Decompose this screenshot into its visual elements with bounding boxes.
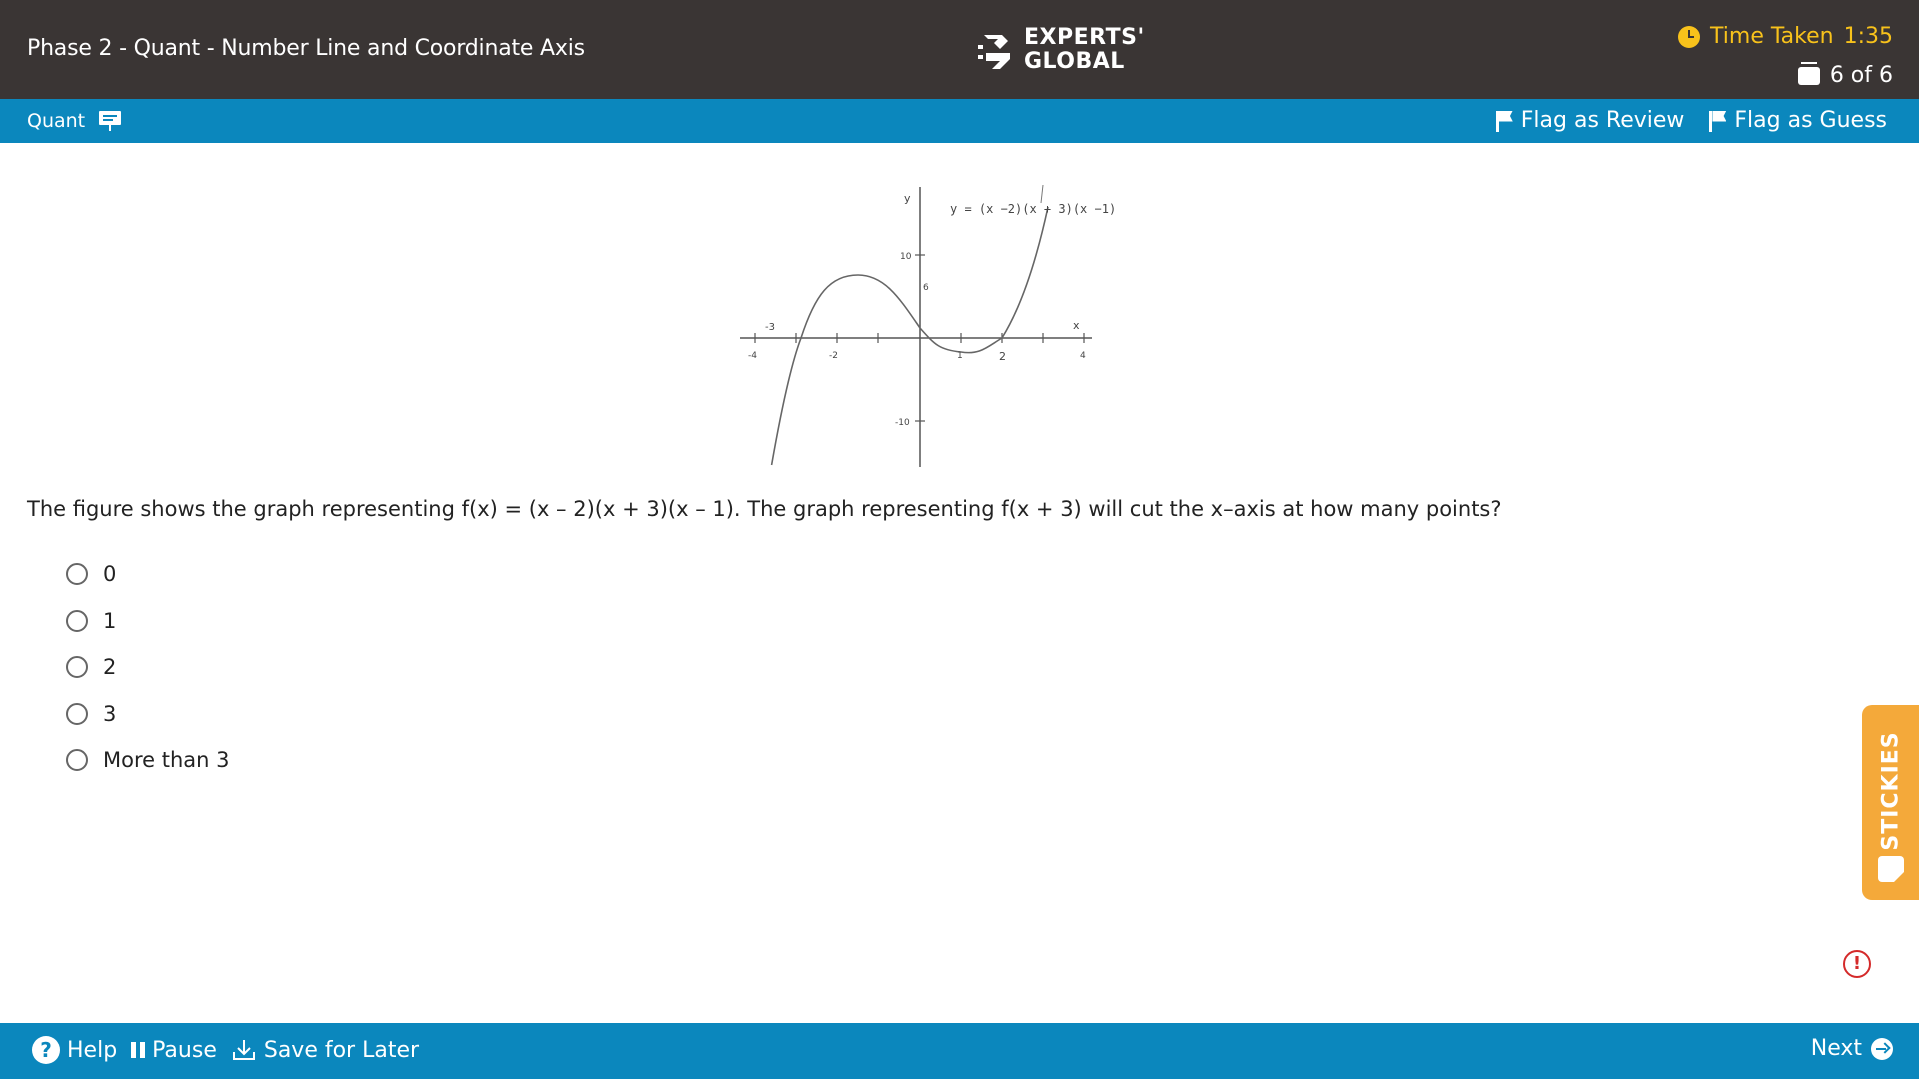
radio-button[interactable] bbox=[66, 563, 88, 586]
logo-line-2: GLOBAL bbox=[1024, 49, 1125, 74]
help-icon: ? bbox=[32, 1036, 60, 1064]
sticky-note-icon bbox=[1878, 856, 1904, 882]
time-taken-value: 1:35 bbox=[1843, 24, 1893, 49]
x-tick-label-2: 2 bbox=[999, 350, 1006, 363]
answer-option[interactable]: 3 bbox=[66, 691, 230, 738]
time-taken-label: Time Taken bbox=[1710, 24, 1834, 49]
question-stack-icon bbox=[1797, 61, 1820, 85]
answer-option-label: 2 bbox=[103, 655, 117, 680]
answer-options: 0 1 2 3 More than 3 bbox=[66, 551, 230, 784]
stickies-label: STICKIES bbox=[1878, 730, 1903, 851]
next-button[interactable]: Next bbox=[1811, 1036, 1893, 1061]
pause-button[interactable]: Pause bbox=[131, 1038, 217, 1063]
clock-icon bbox=[1678, 25, 1701, 48]
report-issue-icon[interactable]: ! bbox=[1843, 950, 1871, 978]
flag-icon bbox=[1708, 110, 1727, 132]
answer-option[interactable]: 1 bbox=[66, 598, 230, 645]
radio-button[interactable] bbox=[66, 656, 88, 679]
x-tick-label-4: 4 bbox=[1080, 351, 1086, 361]
question-text: The figure shows the graph representing … bbox=[27, 497, 1502, 521]
test-title: Phase 2 - Quant - Number Line and Coordi… bbox=[27, 36, 585, 61]
top-header: Phase 2 - Quant - Number Line and Coordi… bbox=[0, 0, 1919, 99]
stickies-tab[interactable]: STICKIES bbox=[1862, 705, 1919, 900]
answer-option-label: More than 3 bbox=[103, 748, 230, 773]
cubic-curve bbox=[770, 206, 1049, 466]
y-axis-label: y bbox=[904, 192, 911, 205]
x-axis-label: x bbox=[1073, 319, 1080, 332]
arrow-right-circle-icon bbox=[1871, 1037, 1893, 1060]
answer-option-label: 0 bbox=[103, 562, 117, 587]
question-counter: 6 of 6 bbox=[1797, 61, 1893, 88]
question-counter-text: 6 of 6 bbox=[1829, 63, 1893, 88]
pause-label: Pause bbox=[152, 1037, 217, 1063]
flag-as-review-button[interactable]: Flag as Review bbox=[1495, 108, 1685, 133]
radio-button[interactable] bbox=[66, 609, 88, 632]
flag-icon bbox=[1495, 110, 1513, 132]
help-label: Help bbox=[67, 1037, 118, 1063]
pause-icon bbox=[131, 1042, 146, 1058]
section-name: Quant bbox=[27, 110, 86, 132]
y-intercept-label: 6 bbox=[923, 283, 929, 293]
help-button[interactable]: ? Help bbox=[32, 1036, 117, 1064]
answer-option[interactable]: 2 bbox=[66, 644, 230, 691]
radio-button[interactable] bbox=[66, 702, 88, 725]
x-tick-label-neg4: -4 bbox=[748, 351, 757, 361]
save-for-later-label: Save for Later bbox=[263, 1037, 420, 1063]
equation-label: y = (x −2)(x + 3)(x −1) bbox=[950, 202, 1116, 216]
x-tick-label-neg2: -2 bbox=[829, 351, 838, 361]
root-label-neg3: -3 bbox=[765, 322, 775, 333]
presentation-board-icon[interactable] bbox=[99, 111, 122, 131]
next-label: Next bbox=[1810, 1036, 1862, 1061]
x-tick-label-1: 1 bbox=[957, 351, 963, 361]
flag-as-guess-label: Flag as Guess bbox=[1734, 108, 1887, 133]
answer-option[interactable]: 0 bbox=[66, 551, 230, 598]
answer-option[interactable]: More than 3 bbox=[66, 737, 230, 784]
experts-global-logo: EXPERTS' GLOBAL bbox=[978, 26, 1145, 74]
flag-as-review-label: Flag as Review bbox=[1520, 108, 1685, 133]
time-taken: Time Taken 1:35 bbox=[1678, 24, 1893, 49]
equation-pointer bbox=[1040, 184, 1044, 204]
y-tick-label-10: 10 bbox=[900, 252, 912, 262]
answer-option-label: 3 bbox=[103, 701, 117, 726]
cubic-graph-figure: y x y = (x −2)(x + 3)(x −1) -3 10 6 -10 … bbox=[740, 184, 1116, 467]
save-for-later-button[interactable]: Save for Later bbox=[231, 1037, 419, 1063]
radio-button[interactable] bbox=[66, 749, 88, 772]
footer-actions: ? Help Pause Save for Later bbox=[32, 1036, 419, 1064]
download-icon bbox=[232, 1040, 255, 1060]
flag-as-guess-button[interactable]: Flag as Guess bbox=[1708, 108, 1887, 133]
answer-option-label: 1 bbox=[103, 608, 117, 633]
logo-line-1: EXPERTS' bbox=[1024, 25, 1145, 50]
bottom-navigation-bar: ? Help Pause Save for Later Next bbox=[0, 1023, 1919, 1079]
logo-mark-icon bbox=[978, 35, 1010, 69]
section-indicator: Quant bbox=[27, 110, 122, 132]
flag-controls: Flag as Review Flag as Guess bbox=[1495, 108, 1887, 133]
section-bar: Quant Flag as Review Flag as Guess bbox=[0, 99, 1919, 143]
y-tick-label-neg10: -10 bbox=[895, 418, 910, 428]
